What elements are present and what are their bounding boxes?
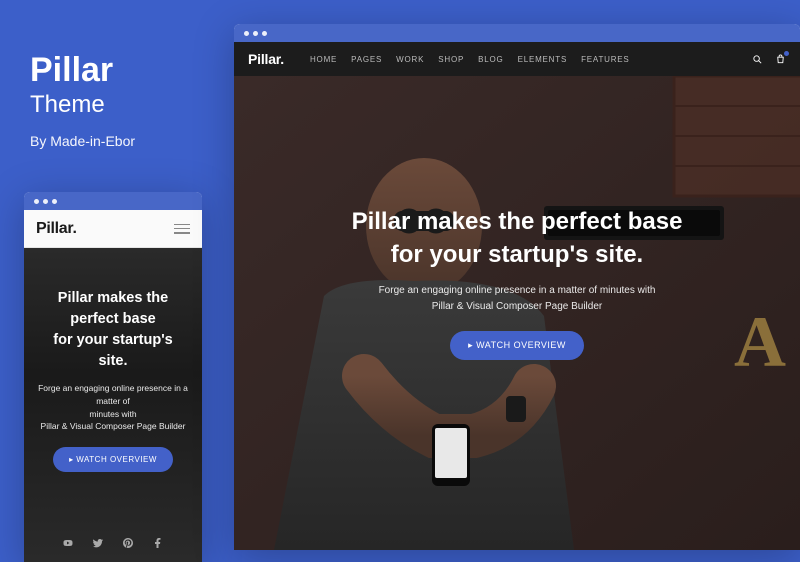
promo-subtitle: Theme bbox=[30, 91, 135, 119]
nav-link-shop[interactable]: SHOP bbox=[438, 55, 464, 64]
window-titlebar bbox=[24, 192, 202, 210]
headline-line: for your startup's site. bbox=[53, 332, 172, 369]
promo-title: Pillar bbox=[30, 52, 135, 89]
search-icon[interactable] bbox=[752, 54, 763, 65]
mobile-header: Pillar. bbox=[24, 210, 202, 248]
window-dot-icon bbox=[43, 199, 48, 204]
youtube-icon[interactable] bbox=[62, 536, 74, 548]
svg-text:A: A bbox=[734, 302, 786, 382]
cart-icon[interactable] bbox=[775, 54, 786, 65]
hero-tagline: Forge an engaging online presence in a m… bbox=[38, 382, 188, 433]
tagline-line: Forge an engaging online presence in a m… bbox=[379, 285, 656, 296]
hamburger-menu-icon[interactable] bbox=[174, 224, 190, 234]
window-dot-icon bbox=[34, 199, 39, 204]
nav-link-work[interactable]: WORK bbox=[396, 55, 424, 64]
desktop-navbar: Pillar. HOME PAGES WORK SHOP BLOG ELEMEN… bbox=[234, 42, 800, 76]
nav-link-features[interactable]: FEATURES bbox=[581, 55, 629, 64]
nav-link-pages[interactable]: PAGES bbox=[351, 55, 382, 64]
desktop-preview-window: Pillar. HOME PAGES WORK SHOP BLOG ELEMEN… bbox=[234, 24, 800, 550]
watch-overview-button[interactable]: ▸ WATCH OVERVIEW bbox=[53, 447, 173, 472]
pinterest-icon[interactable] bbox=[122, 536, 134, 548]
twitter-icon[interactable] bbox=[92, 536, 104, 548]
hero-headline: Pillar makes the perfect base for your s… bbox=[352, 206, 683, 271]
window-dot-icon bbox=[52, 199, 57, 204]
site-logo[interactable]: Pillar. bbox=[36, 220, 77, 238]
hero-content: Pillar makes the perfect base for your s… bbox=[352, 206, 683, 360]
window-titlebar bbox=[234, 24, 800, 42]
headline-line: Pillar makes the bbox=[58, 290, 168, 306]
tagline-line: Forge an engaging online presence in a m… bbox=[38, 383, 188, 406]
site-logo[interactable]: Pillar. bbox=[248, 51, 284, 67]
headline-line: for your startup's site. bbox=[391, 241, 643, 268]
headline-line: perfect base bbox=[70, 311, 155, 327]
window-dot-icon bbox=[253, 31, 258, 36]
social-icons-row bbox=[24, 536, 202, 548]
window-dot-icon bbox=[244, 31, 249, 36]
facebook-icon[interactable] bbox=[152, 536, 164, 548]
nav-menu: HOME PAGES WORK SHOP BLOG ELEMENTS FEATU… bbox=[310, 55, 630, 64]
window-dot-icon bbox=[262, 31, 267, 36]
tagline-line: Pillar & Visual Composer Page Builder bbox=[41, 421, 186, 431]
promo-author: By Made-in-Ebor bbox=[30, 133, 135, 149]
mobile-hero: Pillar makes the perfect base for your s… bbox=[24, 248, 202, 562]
mobile-preview-window: Pillar. Pillar makes the perfect base fo… bbox=[24, 192, 202, 562]
tagline-line: Pillar & Visual Composer Page Builder bbox=[432, 301, 602, 312]
hero-tagline: Forge an engaging online presence in a m… bbox=[352, 283, 683, 315]
watch-overview-button[interactable]: ▸ WATCH OVERVIEW bbox=[450, 331, 584, 360]
nav-link-elements[interactable]: ELEMENTS bbox=[518, 55, 568, 64]
desktop-hero: A Pillar makes the perfect base for your… bbox=[234, 76, 800, 550]
nav-link-home[interactable]: HOME bbox=[310, 55, 337, 64]
nav-link-blog[interactable]: BLOG bbox=[478, 55, 503, 64]
promo-title-block: Pillar Theme By Made-in-Ebor bbox=[30, 52, 135, 149]
tagline-line: minutes with bbox=[89, 409, 136, 419]
nav-icons bbox=[752, 54, 786, 65]
headline-line: Pillar makes the perfect base bbox=[352, 208, 683, 235]
hero-headline: Pillar makes the perfect base for your s… bbox=[38, 288, 188, 372]
